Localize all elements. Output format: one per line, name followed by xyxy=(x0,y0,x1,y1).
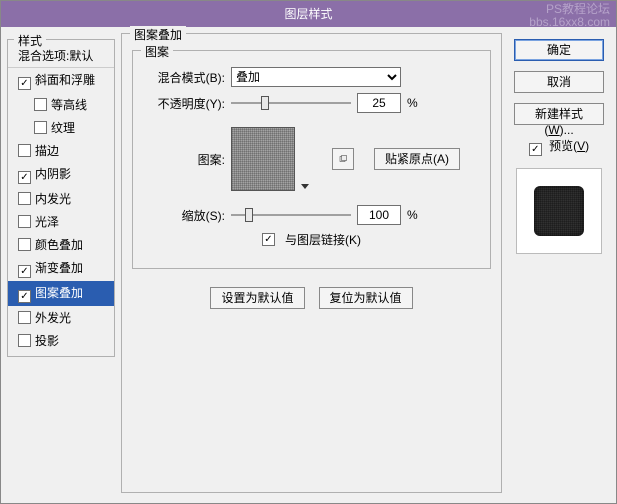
link-layer-checkbox[interactable] xyxy=(262,233,275,246)
styles-panel: 样式 混合选项:默认斜面和浮雕等高线纹理描边内阴影内发光光泽颜色叠加渐变叠加图案… xyxy=(7,39,115,357)
style-item-9[interactable]: 图案叠加 xyxy=(8,281,114,306)
style-item-5[interactable]: 内发光 xyxy=(8,187,114,210)
style-checkbox[interactable] xyxy=(18,215,31,228)
style-label: 内阴影 xyxy=(35,167,71,181)
style-label: 斜面和浮雕 xyxy=(35,73,95,87)
style-item-2[interactable]: 纹理 xyxy=(8,116,114,139)
style-label: 等高线 xyxy=(51,98,87,112)
ok-button[interactable]: 确定 xyxy=(514,39,604,61)
style-label: 颜色叠加 xyxy=(35,238,83,252)
make-default-button[interactable]: 设置为默认值 xyxy=(210,287,304,309)
layer-style-dialog: 图层样式 PS教程论坛 bbs.16xx8.com 样式 混合选项:默认斜面和浮… xyxy=(0,0,617,504)
style-checkbox[interactable] xyxy=(34,121,47,134)
style-label: 渐变叠加 xyxy=(35,261,83,275)
opacity-input[interactable]: 25 xyxy=(357,93,401,113)
style-checkbox[interactable] xyxy=(18,144,31,157)
style-checkbox[interactable] xyxy=(18,311,31,324)
style-label: 投影 xyxy=(35,334,59,348)
pattern-overlay-panel: 图案叠加 图案 混合模式(B): 叠加 不透明度(Y): xyxy=(121,33,502,493)
titlebar: 图层样式 PS教程论坛 bbs.16xx8.com xyxy=(1,1,616,27)
style-checkbox[interactable] xyxy=(34,98,47,111)
style-item-11[interactable]: 投影 xyxy=(8,329,114,352)
panel-legend: 图案叠加 xyxy=(130,26,186,43)
blend-mode-label: 混合模式(B): xyxy=(141,69,225,86)
group-legend: 图案 xyxy=(141,43,173,60)
style-label: 外发光 xyxy=(35,311,71,325)
watermark: PS教程论坛 bbs.16xx8.com xyxy=(529,3,610,29)
style-item-7[interactable]: 颜色叠加 xyxy=(8,233,114,256)
styles-list: 混合选项:默认斜面和浮雕等高线纹理描边内阴影内发光光泽颜色叠加渐变叠加图案叠加外… xyxy=(8,44,114,352)
style-checkbox[interactable] xyxy=(18,290,31,303)
scale-slider[interactable] xyxy=(231,206,351,224)
preview-label: 预览(V) xyxy=(549,139,589,153)
style-label: 光泽 xyxy=(35,215,59,229)
style-checkbox[interactable] xyxy=(18,171,31,184)
cancel-button[interactable]: 取消 xyxy=(514,71,604,93)
opacity-slider[interactable] xyxy=(231,94,351,112)
styles-legend: 样式 xyxy=(14,32,46,49)
style-label: 描边 xyxy=(35,144,59,158)
preview-checkbox[interactable] xyxy=(529,143,542,156)
window-title: 图层样式 xyxy=(284,7,332,21)
style-checkbox[interactable] xyxy=(18,238,31,251)
blend-mode-select[interactable]: 叠加 xyxy=(231,67,401,87)
pattern-dropdown-icon[interactable] xyxy=(301,127,310,191)
pattern-group: 图案 混合模式(B): 叠加 不透明度(Y): 25 % xyxy=(132,50,491,269)
style-checkbox[interactable] xyxy=(18,77,31,90)
opacity-label: 不透明度(Y): xyxy=(141,95,225,112)
style-label: 纹理 xyxy=(51,121,75,135)
style-item-10[interactable]: 外发光 xyxy=(8,306,114,329)
style-item-8[interactable]: 渐变叠加 xyxy=(8,256,114,281)
style-item-3[interactable]: 描边 xyxy=(8,139,114,162)
reset-default-button[interactable]: 复位为默认值 xyxy=(319,287,413,309)
snap-origin-button[interactable]: 贴紧原点(A) xyxy=(374,148,460,170)
link-layer-label: 与图层链接(K) xyxy=(285,231,361,248)
scale-input[interactable]: 100 xyxy=(357,205,401,225)
style-checkbox[interactable] xyxy=(18,192,31,205)
scale-label: 缩放(S): xyxy=(141,207,225,224)
style-label: 图案叠加 xyxy=(35,286,83,300)
style-item-1[interactable]: 等高线 xyxy=(8,93,114,116)
pattern-swatch[interactable] xyxy=(231,127,295,191)
new-preset-icon-button[interactable] xyxy=(332,148,354,170)
pattern-label: 图案: xyxy=(141,151,225,168)
style-item-6[interactable]: 光泽 xyxy=(8,210,114,233)
style-checkbox[interactable] xyxy=(18,265,31,278)
style-checkbox[interactable] xyxy=(18,334,31,347)
style-label: 内发光 xyxy=(35,192,71,206)
preview-thumbnail xyxy=(516,168,602,254)
style-item-0[interactable]: 斜面和浮雕 xyxy=(8,68,114,93)
new-style-button[interactable]: 新建样式(W)... xyxy=(514,103,604,125)
style-item-4[interactable]: 内阴影 xyxy=(8,162,114,187)
